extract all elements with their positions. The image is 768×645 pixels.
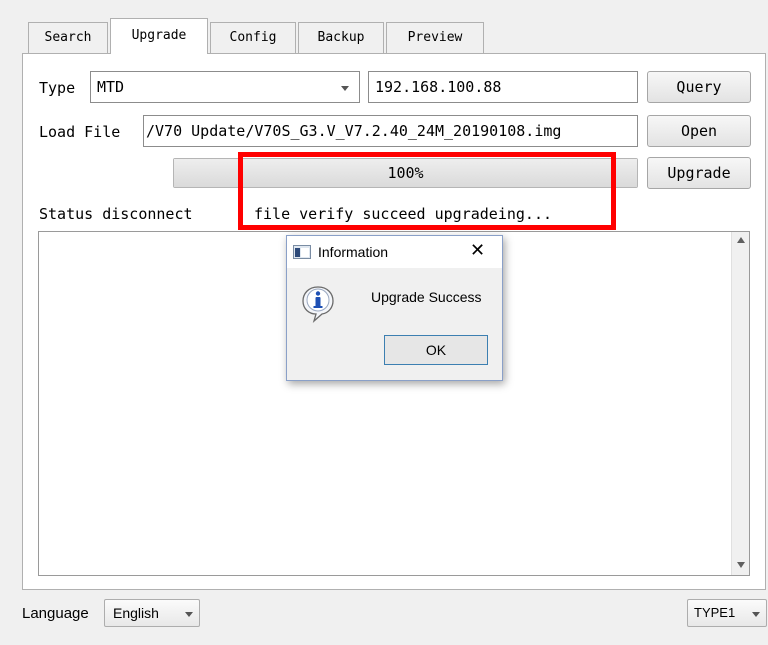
dialog-title: Information [318,244,389,260]
chevron-down-icon [752,612,760,617]
status-label-text: Status [39,205,94,223]
tab-label: Upgrade [131,28,187,43]
load-file-label: Load File [39,123,121,141]
open-button-label: Open [680,122,718,140]
dialog-message: Upgrade Success [371,289,482,305]
ok-button-label: OK [425,342,447,358]
language-select-value: English [113,605,159,621]
tab-label: Search [44,30,92,45]
type-select-footer[interactable]: TYPE1 [687,599,767,627]
tab-label: Config [229,30,277,45]
ip-address-value: 192.168.100.88 [375,78,502,96]
upgrade-button-label: Upgrade [667,164,731,182]
tab-config[interactable]: Config [210,22,296,53]
open-button[interactable]: Open [647,115,751,147]
upgrade-button[interactable]: Upgrade [647,157,751,189]
type-select-footer-value: TYPE1 [694,605,736,620]
file-path-value: /V70 Update/V70S_G3.V_V7.2.40_24M_201901… [146,122,562,140]
scroll-down-icon[interactable] [737,562,745,568]
status-connection: disconnect [102,205,193,223]
type-select-value: MTD [97,78,125,96]
language-select[interactable]: English [104,599,200,627]
type-label: Type [39,79,76,97]
status-label: Status disconnect [39,204,193,224]
query-button[interactable]: Query [647,71,751,103]
info-icon [302,286,334,323]
chevron-down-icon [185,612,193,617]
tab-preview[interactable]: Preview [386,22,484,53]
tab-backup[interactable]: Backup [298,22,384,53]
language-label: Language [22,605,89,622]
app-window-icon [293,245,311,259]
scroll-up-icon[interactable] [737,237,745,243]
information-dialog: Information ✕ Upgrade Success OK [286,235,503,381]
close-icon[interactable]: ✕ [470,240,485,261]
tab-label: Preview [407,30,463,45]
chevron-down-icon [341,86,349,91]
ok-button[interactable]: OK [384,335,488,365]
file-path-input[interactable]: /V70 Update/V70S_G3.V_V7.2.40_24M_201901… [143,115,638,147]
highlight-box [238,152,616,230]
tab-upgrade[interactable]: Upgrade [110,18,208,54]
log-scrollbar[interactable] [731,232,749,575]
dialog-titlebar: Information ✕ [287,236,502,268]
tab-search[interactable]: Search [28,22,108,53]
ip-address-input[interactable]: 192.168.100.88 [368,71,638,103]
query-button-label: Query [676,78,722,96]
type-select[interactable]: MTD [90,71,360,103]
tab-label: Backup [317,30,365,45]
